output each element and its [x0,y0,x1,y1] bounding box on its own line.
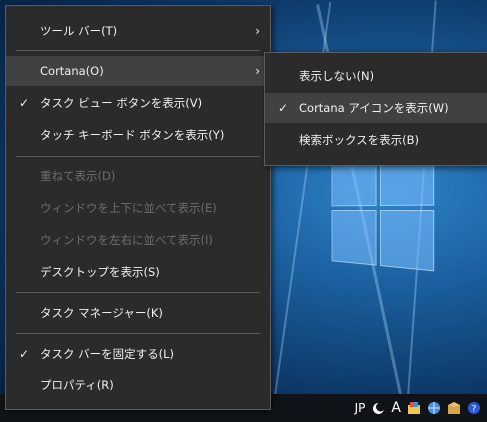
menu-item-cascade-windows: 重ねて表示(D) [6,161,270,191]
checkmark-icon: ✓ [277,101,289,115]
menu-item-cortana[interactable]: Cortana(O) › [6,56,270,86]
color-picker-icon[interactable] [407,401,421,415]
menu-item-label: タスク マネージャー(K) [40,306,163,320]
menu-separator [16,333,260,334]
menu-separator [16,292,260,293]
network-globe-icon[interactable] [427,401,441,415]
menu-item-task-manager[interactable]: タスク マネージャー(K) [6,298,270,328]
package-icon[interactable] [447,401,461,415]
help-icon[interactable]: ? [467,401,481,415]
system-tray: JP A ? [355,394,481,422]
menu-item-label: プロパティ(R) [40,378,114,392]
menu-item-label: ウィンドウを上下に並べて表示(E) [40,201,217,215]
menu-separator [16,50,260,51]
menu-item-toolbars[interactable]: ツール バー(T) › [6,16,270,46]
cortana-submenu: 表示しない(N) ✓ Cortana アイコンを表示(W) 検索ボックスを表示(… [264,52,487,166]
menu-item-label: Cortana アイコンを表示(W) [299,101,449,115]
menu-item-show-task-view-button[interactable]: ✓ タスク ビュー ボタンを表示(V) [6,88,270,118]
menu-separator [16,156,260,157]
menu-item-label: ウィンドウを左右に並べて表示(I) [40,233,213,247]
menu-item-properties[interactable]: プロパティ(R) [6,370,270,400]
menu-item-label: ツール バー(T) [40,24,118,38]
ime-language-indicator[interactable]: JP [355,401,366,415]
ime-mode-indicator[interactable]: A [391,400,401,416]
menu-item-show-touch-keyboard-button[interactable]: タッチ キーボード ボタンを表示(Y) [6,120,270,150]
menu-item-label: Cortana(O) [40,64,104,78]
menu-item-label: タスク バーを固定する(L) [40,347,175,361]
submenu-item-hidden[interactable]: 表示しない(N) [265,61,487,91]
menu-item-label: デスクトップを表示(S) [40,265,160,279]
submenu-item-show-cortana-icon[interactable]: ✓ Cortana アイコンを表示(W) [265,93,487,123]
menu-item-label: タスク ビュー ボタンを表示(V) [40,96,203,110]
chevron-right-icon: › [255,64,260,78]
menu-item-label: 検索ボックスを表示(B) [299,133,420,147]
menu-item-stack-windows: ウィンドウを上下に並べて表示(E) [6,193,270,223]
chevron-right-icon: › [255,24,260,38]
menu-item-side-by-side-windows: ウィンドウを左右に並べて表示(I) [6,225,270,255]
menu-item-lock-taskbar[interactable]: ✓ タスク バーを固定する(L) [6,339,270,369]
menu-item-label: 重ねて表示(D) [40,169,116,183]
submenu-item-show-search-box[interactable]: 検索ボックスを表示(B) [265,125,487,155]
checkmark-icon: ✓ [18,347,30,361]
menu-item-label: タッチ キーボード ボタンを表示(Y) [40,128,225,142]
menu-item-show-desktop[interactable]: デスクトップを表示(S) [6,257,270,287]
checkmark-icon: ✓ [18,96,30,110]
menu-item-label: 表示しない(N) [299,69,375,83]
moon-icon[interactable] [371,401,385,415]
taskbar-context-menu: ツール バー(T) › Cortana(O) › ✓ タスク ビュー ボタンを表… [5,5,271,410]
svg-text:?: ? [472,405,477,415]
